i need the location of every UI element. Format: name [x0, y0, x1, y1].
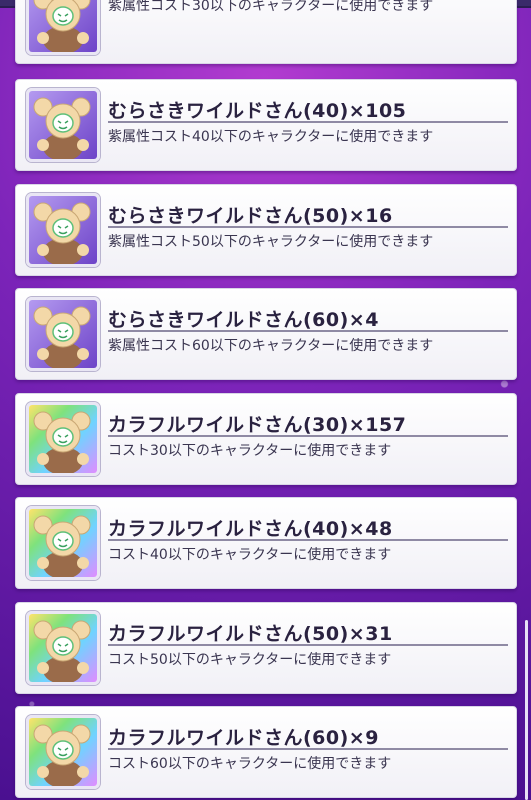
list-item[interactable]: カラフルワイルドさん(40)×48 コスト40以下のキャラクターに使用できます [15, 497, 517, 589]
list-item[interactable]: むらさきワイルドさん(60)×4 紫属性コスト60以下のキャラクターに使用できま… [15, 288, 517, 380]
list-item[interactable]: むらさきワイルドさん(40)×105 紫属性コスト40以下のキャラクターに使用で… [15, 79, 517, 171]
item-description: 紫属性コスト60以下のキャラクターに使用できます [108, 338, 434, 354]
list-item[interactable]: カラフルワイルドさん(30)×157 コスト30以下のキャラクターに使用できます [15, 393, 517, 485]
wild-character-icon [26, 506, 100, 580]
item-description: コスト40以下のキャラクターに使用できます [108, 547, 392, 563]
divider [108, 539, 508, 541]
divider [108, 644, 508, 646]
item-name: むらさきワイルドさん(40)×105 [108, 100, 407, 122]
item-description: 紫属性コスト30以下のキャラクターに使用できます [108, 0, 434, 14]
divider [108, 226, 508, 228]
wild-character-icon [26, 611, 100, 685]
wild-character-icon [26, 715, 100, 789]
item-name: カラフルワイルドさん(30)×157 [108, 414, 407, 436]
divider [108, 330, 508, 332]
item-description: コスト30以下のキャラクターに使用できます [108, 443, 392, 459]
divider [108, 121, 508, 123]
wild-character-icon [26, 88, 100, 162]
item-description: 紫属性コスト50以下のキャラクターに使用できます [108, 234, 434, 250]
wild-character-icon [26, 0, 100, 55]
item-description: 紫属性コスト40以下のキャラクターに使用できます [108, 129, 434, 145]
item-name: カラフルワイルドさん(50)×31 [108, 623, 393, 645]
divider [108, 748, 508, 750]
wild-character-icon [26, 297, 100, 371]
list-item[interactable]: カラフルワイルドさん(60)×9 コスト60以下のキャラクターに使用できます [15, 706, 517, 798]
scrollbar[interactable] [525, 620, 528, 800]
divider [108, 435, 508, 437]
item-name: カラフルワイルドさん(60)×9 [108, 727, 379, 749]
item-name: むらさきワイルドさん(60)×4 [108, 309, 379, 331]
item-description: コスト60以下のキャラクターに使用できます [108, 756, 392, 772]
wild-character-icon [26, 402, 100, 476]
list-item[interactable]: むらさきワイルドさん(50)×16 紫属性コスト50以下のキャラクターに使用でき… [15, 184, 517, 276]
item-name: むらさきワイルドさん(50)×16 [108, 205, 393, 227]
list-item[interactable]: カラフルワイルドさん(50)×31 コスト50以下のキャラクターに使用できます [15, 602, 517, 694]
item-name: カラフルワイルドさん(40)×48 [108, 518, 393, 540]
wild-character-icon [26, 193, 100, 267]
list-item[interactable]: 紫属性コスト30以下のキャラクターに使用できます [15, 0, 517, 64]
item-description: コスト50以下のキャラクターに使用できます [108, 652, 392, 668]
